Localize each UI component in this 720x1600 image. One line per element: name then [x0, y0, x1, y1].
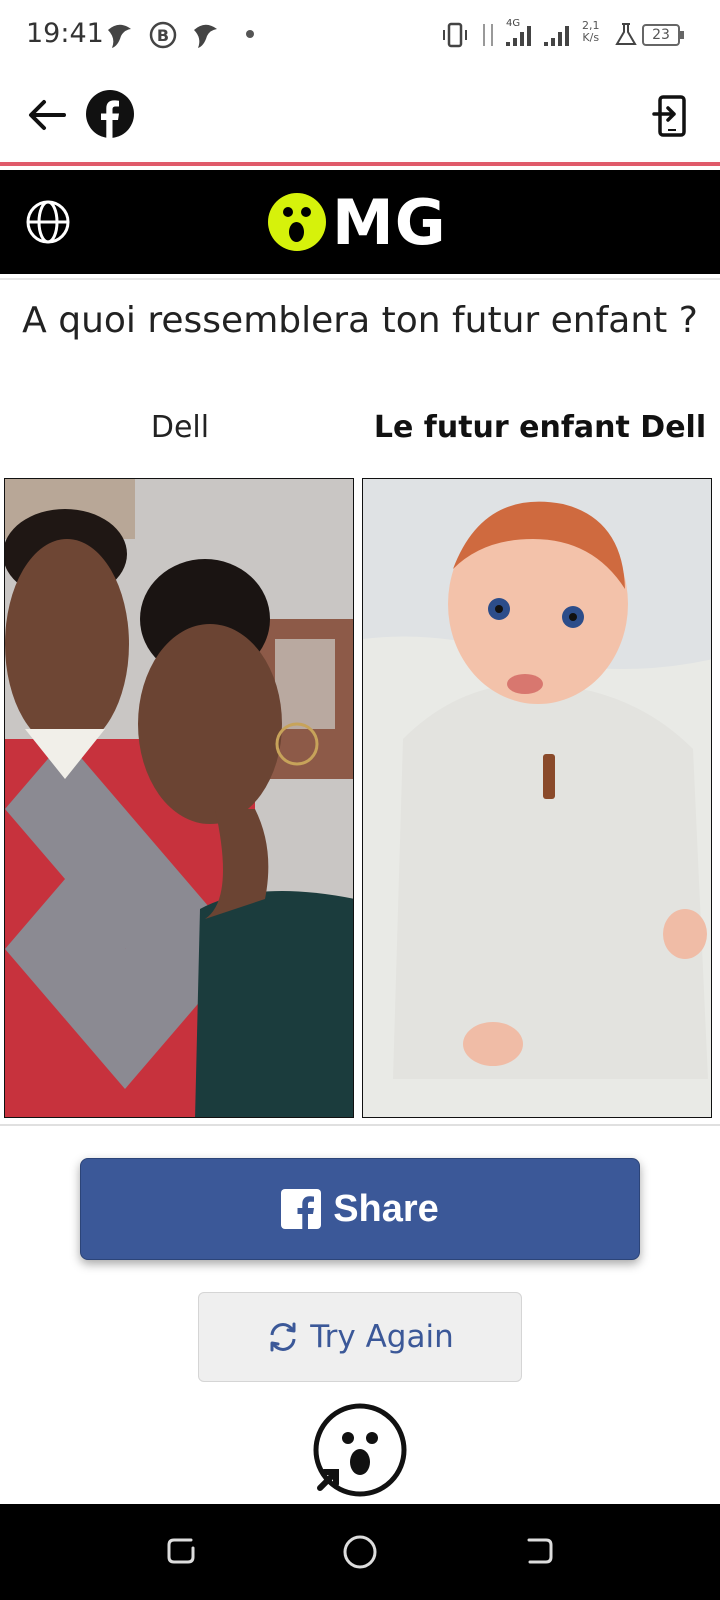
facebook-icon: [86, 90, 134, 138]
b-circle-icon: B: [149, 21, 177, 49]
logo-text: MG: [332, 185, 447, 259]
site-header: MG: [0, 170, 720, 274]
exit-to-app-icon[interactable]: [652, 94, 692, 138]
globe-icon[interactable]: [24, 198, 72, 246]
more-notifications-dot: [246, 30, 254, 38]
share-button-label: Share: [333, 1187, 439, 1230]
net-speed: 2,1 K/s: [582, 20, 600, 44]
baby-photo: [362, 478, 712, 1118]
app-bar: [0, 72, 720, 164]
flask-icon: [615, 23, 637, 45]
recents-icon[interactable]: [164, 1534, 198, 1568]
net-speed-unit: K/s: [582, 31, 600, 44]
left-photo-label: Dell: [150, 410, 210, 445]
signal-icon: 4G: [506, 18, 569, 46]
data-arrows-icon: [483, 24, 493, 46]
page-title: A quoi ressemblera ton futur enfant ?: [22, 300, 698, 341]
omg-logo[interactable]: MG: [268, 186, 447, 259]
surprised-face-share-icon[interactable]: [310, 1400, 410, 1500]
right-photo-label: Le futur enfant Dell: [373, 410, 707, 445]
divider: [0, 278, 720, 280]
surprised-face-icon: [268, 193, 326, 251]
back-nav-icon[interactable]: [522, 1534, 556, 1568]
vibrate-icon: [443, 22, 467, 48]
try-again-label: Try Again: [310, 1319, 454, 1355]
status-bar: 19:41 B 4G 2,1 K/s 23: [0, 0, 720, 72]
status-time: 19:41: [26, 18, 104, 49]
battery-indicator: 23: [642, 24, 684, 46]
arrow-left-icon[interactable]: [24, 92, 70, 138]
try-again-button[interactable]: Try Again: [198, 1292, 522, 1382]
divider: [0, 1124, 720, 1126]
share-button[interactable]: Share: [80, 1158, 640, 1260]
notification-app-icon: [108, 24, 131, 48]
facebook-square-icon: [281, 1189, 322, 1229]
home-icon[interactable]: [342, 1534, 378, 1570]
system-nav-bar: [0, 1504, 720, 1600]
svg-text:B: B: [157, 26, 169, 45]
svg-text:4G: 4G: [506, 18, 520, 29]
page-load-bar: [0, 162, 720, 166]
notification-app-icon-2: [194, 24, 217, 48]
couple-photo: [4, 478, 354, 1118]
refresh-icon: [270, 1322, 296, 1352]
